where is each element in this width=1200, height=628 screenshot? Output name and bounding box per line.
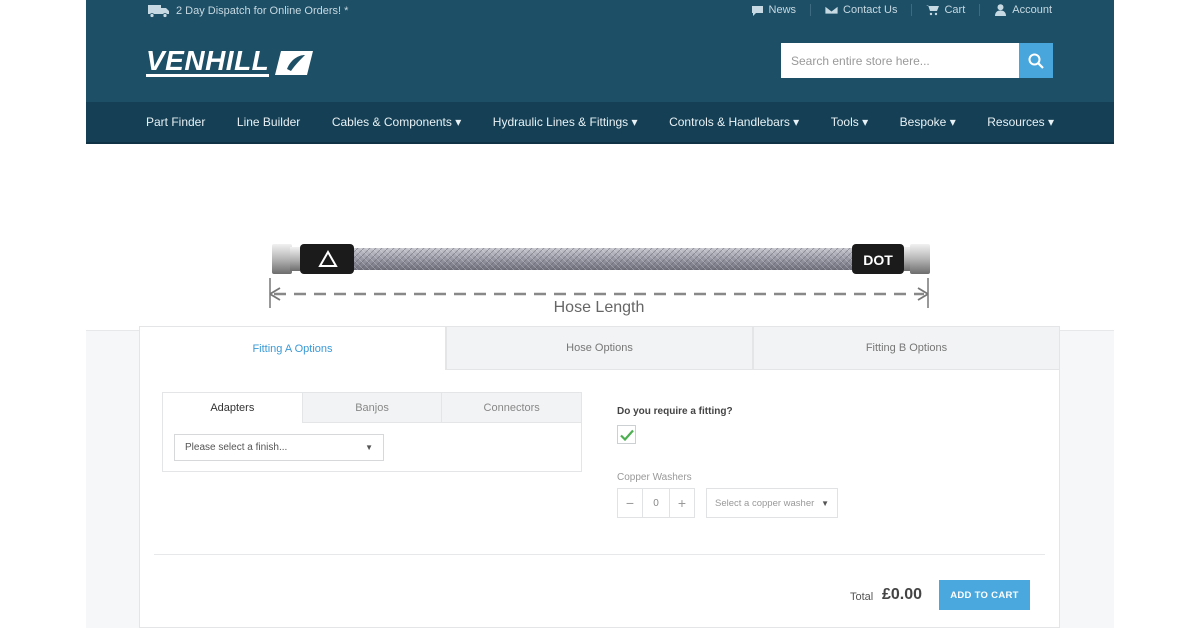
top-links: News Contact Us Cart Account: [737, 4, 1052, 16]
news-link[interactable]: News: [737, 4, 811, 16]
news-icon: [751, 6, 763, 16]
total-value: £0.00: [882, 586, 923, 603]
hose-diagram: DOT Hose Length: [86, 144, 1114, 330]
contact-us-link-label: Contact Us: [843, 4, 898, 16]
copper-washer-select[interactable]: Select a copper washer ▼: [706, 488, 838, 518]
news-link-label: News: [768, 4, 797, 16]
subtab-adapters[interactable]: Adapters: [163, 393, 302, 423]
main-nav: Part Finder Line Builder Cables & Compon…: [86, 102, 1114, 144]
copper-washers-label: Copper Washers: [617, 472, 692, 483]
divider: [154, 554, 1045, 555]
cart-icon: [926, 5, 940, 16]
subtab-connectors[interactable]: Connectors: [441, 393, 582, 423]
fitting-type-tabs: Adapters Banjos Connectors: [163, 393, 582, 423]
washer-quantity-stepper: − 0 +: [617, 488, 695, 518]
nav-tools[interactable]: Tools ▾: [831, 115, 868, 129]
fitting-type-box: Adapters Banjos Connectors Please select…: [162, 392, 582, 472]
finish-select[interactable]: Please select a finish... ▼: [174, 434, 384, 461]
hose-length-label: Hose Length: [554, 299, 645, 316]
nav-controls-handlebars[interactable]: Controls & Handlebars ▾: [669, 115, 799, 129]
site-header: 2 Day Dispatch for Online Orders! * News…: [86, 0, 1114, 102]
search-input[interactable]: [781, 43, 1019, 78]
account-link-label: Account: [1012, 4, 1052, 16]
page: 2 Day Dispatch for Online Orders! * News…: [86, 0, 1114, 628]
venhill-logo[interactable]: VENHILL: [146, 45, 315, 77]
truck-icon: [148, 5, 169, 18]
nav-line-builder[interactable]: Line Builder: [237, 115, 300, 129]
envelope-icon: [825, 5, 839, 15]
search-button[interactable]: [1019, 43, 1053, 78]
cart-link[interactable]: Cart: [911, 4, 979, 16]
options-panel: [139, 326, 1060, 628]
checkmark-icon: [619, 429, 634, 441]
contact-us-link[interactable]: Contact Us: [810, 4, 911, 16]
fitting-checkbox[interactable]: [617, 425, 636, 444]
left-nut: [272, 244, 292, 274]
subtab-banjos[interactable]: Banjos: [301, 393, 442, 423]
total-label: Total: [850, 591, 874, 603]
tab-fitting-a-options[interactable]: Fitting A Options: [139, 326, 446, 370]
dot-label: DOT: [863, 252, 893, 268]
search-bar: [781, 43, 1053, 78]
hose-illustration: DOT Hose Length: [269, 244, 930, 318]
add-to-cart-button[interactable]: ADD TO CART: [939, 580, 1030, 610]
dispatch-text: 2 Day Dispatch for Online Orders! *: [176, 5, 349, 17]
cart-link-label: Cart: [944, 4, 966, 16]
nav-hydraulic-lines[interactable]: Hydraulic Lines & Fittings ▾: [493, 115, 638, 129]
dispatch-notice: 2 Day Dispatch for Online Orders! *: [148, 4, 348, 18]
finish-select-value: Please select a finish...: [185, 442, 288, 453]
nav-part-finder[interactable]: Part Finder: [146, 115, 205, 129]
washer-quantity-value[interactable]: 0: [642, 489, 670, 517]
user-icon: [995, 4, 1007, 16]
tab-fitting-b-options[interactable]: Fitting B Options: [753, 326, 1060, 370]
right-nut: [910, 244, 930, 274]
nav-bespoke[interactable]: Bespoke ▾: [900, 115, 956, 129]
logo-text: VENHILL: [146, 45, 270, 77]
increment-button[interactable]: +: [670, 489, 694, 517]
logo-mark-icon: [275, 50, 314, 75]
tab-hose-options[interactable]: Hose Options: [446, 326, 753, 370]
nav-resources[interactable]: Resources ▾: [987, 115, 1054, 129]
decrement-button[interactable]: −: [618, 489, 642, 517]
chevron-down-icon: ▼: [821, 498, 829, 508]
chevron-down-icon: ▼: [365, 443, 373, 452]
left-collar: [300, 244, 354, 274]
fitting-question: Do you require a fitting?: [617, 406, 733, 417]
nav-cables-components[interactable]: Cables & Components ▾: [332, 115, 461, 129]
copper-washer-select-value: Select a copper washer: [715, 497, 815, 509]
options-tabs: Fitting A Options Hose Options Fitting B…: [139, 326, 1060, 370]
account-link[interactable]: Account: [979, 4, 1052, 16]
top-bar: 2 Day Dispatch for Online Orders! * News…: [86, 0, 1114, 24]
search-icon: [1028, 53, 1044, 69]
